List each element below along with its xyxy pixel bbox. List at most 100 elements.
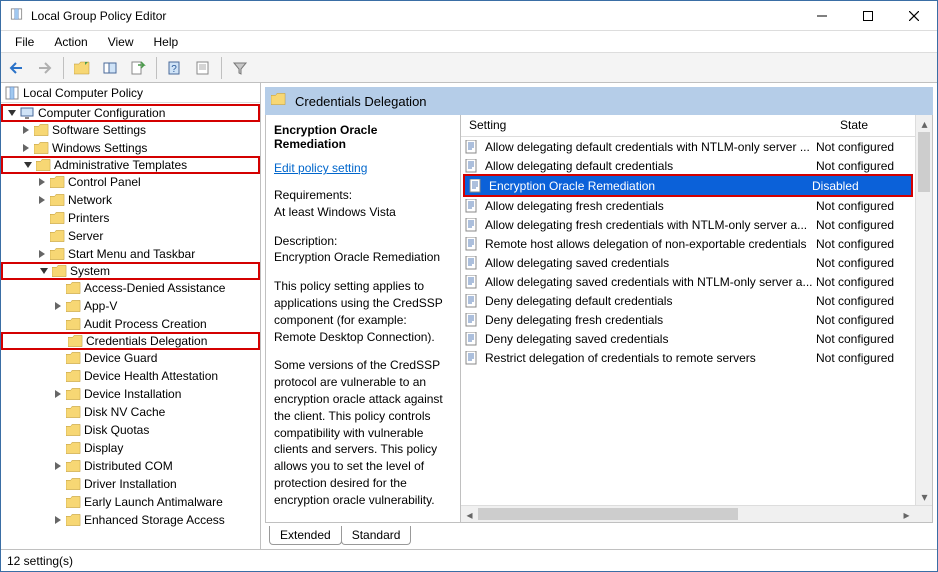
row-state: Not configured <box>816 256 911 270</box>
folder-icon <box>65 281 81 295</box>
list-row[interactable]: Deny delegating saved credentialsNot con… <box>461 329 915 348</box>
tree-distributed-com[interactable]: Distributed COM <box>1 457 260 475</box>
description-p1: This policy setting applies to applicati… <box>274 278 452 345</box>
policy-icon <box>469 179 485 193</box>
back-button[interactable] <box>5 56 29 80</box>
tree-device-guard[interactable]: Device Guard <box>1 349 260 367</box>
description-p2: Some versions of the CredSSP protocol ar… <box>274 357 452 508</box>
tree-server[interactable]: Server <box>1 227 260 245</box>
policy-icon <box>465 237 481 251</box>
list-row[interactable]: Restrict delegation of credentials to re… <box>461 348 915 367</box>
row-label: Deny delegating fresh credentials <box>485 313 816 327</box>
tree-printers[interactable]: Printers <box>1 209 260 227</box>
edit-policy-link[interactable]: Edit policy setting <box>274 161 452 187</box>
scroll-left-icon[interactable]: ◂ <box>461 506 478 523</box>
horizontal-scrollbar[interactable]: ◂ ▸ <box>461 505 932 522</box>
row-label: Remote host allows delegation of non-exp… <box>485 237 816 251</box>
titlebar[interactable]: Local Group Policy Editor <box>1 1 937 31</box>
column-setting[interactable]: Setting <box>461 115 832 136</box>
tree-credentials-delegation[interactable]: Credentials Delegation <box>1 332 260 350</box>
list-row[interactable]: Allow delegating saved credentials with … <box>461 272 915 291</box>
tree-pane: Local Computer Policy Computer Configura… <box>1 83 261 549</box>
folder-icon <box>65 423 81 437</box>
pc-icon <box>19 106 35 120</box>
folder-icon <box>65 317 81 331</box>
filter-button[interactable] <box>228 56 252 80</box>
menu-help[interactable]: Help <box>146 33 187 51</box>
tab-standard[interactable]: Standard <box>341 526 412 545</box>
window-title: Local Group Policy Editor <box>31 9 799 23</box>
tab-extended[interactable]: Extended <box>269 526 342 545</box>
properties-button[interactable] <box>191 56 215 80</box>
list-row[interactable]: Allow delegating default credentials wit… <box>461 137 915 156</box>
export-button[interactable] <box>126 56 150 80</box>
row-state: Not configured <box>816 313 911 327</box>
up-button[interactable] <box>70 56 94 80</box>
row-label: Allow delegating default credentials wit… <box>485 140 816 154</box>
show-hide-button[interactable] <box>98 56 122 80</box>
row-state: Not configured <box>816 140 911 154</box>
tree-audit[interactable]: Audit Process Creation <box>1 315 260 333</box>
list-row[interactable]: Remote host allows delegation of non-exp… <box>461 234 915 253</box>
policy-title: Encryption Oracle Remediation <box>274 121 452 161</box>
app-icon <box>9 8 25 24</box>
row-label: Allow delegating fresh credentials <box>485 199 816 213</box>
tree-disk-nv[interactable]: Disk NV Cache <box>1 403 260 421</box>
row-state: Not configured <box>816 275 911 289</box>
row-state: Not configured <box>816 294 911 308</box>
vertical-scrollbar[interactable]: ▴ ▾ <box>915 115 932 505</box>
menu-action[interactable]: Action <box>46 33 95 51</box>
tree-device-installation[interactable]: Device Installation <box>1 385 260 403</box>
row-state: Not configured <box>816 332 911 346</box>
description-label: Description: <box>274 233 452 250</box>
tree-network[interactable]: Network <box>1 191 260 209</box>
tree-early-launch[interactable]: Early Launch Antimalware <box>1 493 260 511</box>
tree-access-denied[interactable]: Access-Denied Assistance <box>1 279 260 297</box>
row-label: Allow delegating default credentials <box>485 159 816 173</box>
list-row[interactable]: Allow delegating fresh credentialsNot co… <box>461 196 915 215</box>
folder-icon <box>33 123 49 137</box>
folder-icon <box>49 175 65 189</box>
menu-view[interactable]: View <box>100 33 142 51</box>
policy-icon <box>465 140 481 154</box>
tree-root[interactable]: Local Computer Policy <box>23 86 143 100</box>
row-state: Not configured <box>816 237 911 251</box>
close-button[interactable] <box>891 1 937 30</box>
policy-icon <box>465 332 481 346</box>
row-state: Not configured <box>816 351 911 365</box>
list-row[interactable]: Allow delegating saved credentialsNot co… <box>461 253 915 272</box>
tree-control-panel[interactable]: Control Panel <box>1 173 260 191</box>
tree-appv[interactable]: App-V <box>1 297 260 315</box>
tree-driver-installation[interactable]: Driver Installation <box>1 475 260 493</box>
scroll-up-icon[interactable]: ▴ <box>916 115 933 132</box>
folder-icon <box>65 387 81 401</box>
folder-icon <box>65 441 81 455</box>
list-row[interactable]: Deny delegating default credentialsNot c… <box>461 291 915 310</box>
list-row[interactable]: Allow delegating default credentialsNot … <box>461 156 915 175</box>
tree-software-settings[interactable]: Software Settings <box>1 121 260 139</box>
tree-display[interactable]: Display <box>1 439 260 457</box>
minimize-button[interactable] <box>799 1 845 30</box>
svg-text:?: ? <box>171 64 177 75</box>
help-button[interactable]: ? <box>163 56 187 80</box>
list-row[interactable]: Deny delegating fresh credentialsNot con… <box>461 310 915 329</box>
folder-icon <box>65 351 81 365</box>
tree-device-health[interactable]: Device Health Attestation <box>1 367 260 385</box>
maximize-button[interactable] <box>845 1 891 30</box>
tree-system[interactable]: System <box>1 262 260 280</box>
forward-button[interactable] <box>33 56 57 80</box>
tree-enhanced-storage[interactable]: Enhanced Storage Access <box>1 511 260 529</box>
tree-disk-quotas[interactable]: Disk Quotas <box>1 421 260 439</box>
folder-icon <box>49 193 65 207</box>
list-row[interactable]: Allow delegating fresh credentials with … <box>461 215 915 234</box>
statusbar: 12 setting(s) <box>1 549 937 571</box>
tree-windows-settings[interactable]: Windows Settings <box>1 139 260 157</box>
tree-computer-configuration[interactable]: Computer Configuration <box>1 104 260 122</box>
tree-administrative-templates[interactable]: Administrative Templates <box>1 156 260 174</box>
tree-start-menu[interactable]: Start Menu and Taskbar <box>1 245 260 263</box>
row-label: Encryption Oracle Remediation <box>489 179 812 193</box>
scroll-down-icon[interactable]: ▾ <box>916 488 933 505</box>
list-row[interactable]: Encryption Oracle RemediationDisabled <box>465 176 911 195</box>
menu-file[interactable]: File <box>7 33 42 51</box>
scroll-right-icon[interactable]: ▸ <box>898 506 915 523</box>
